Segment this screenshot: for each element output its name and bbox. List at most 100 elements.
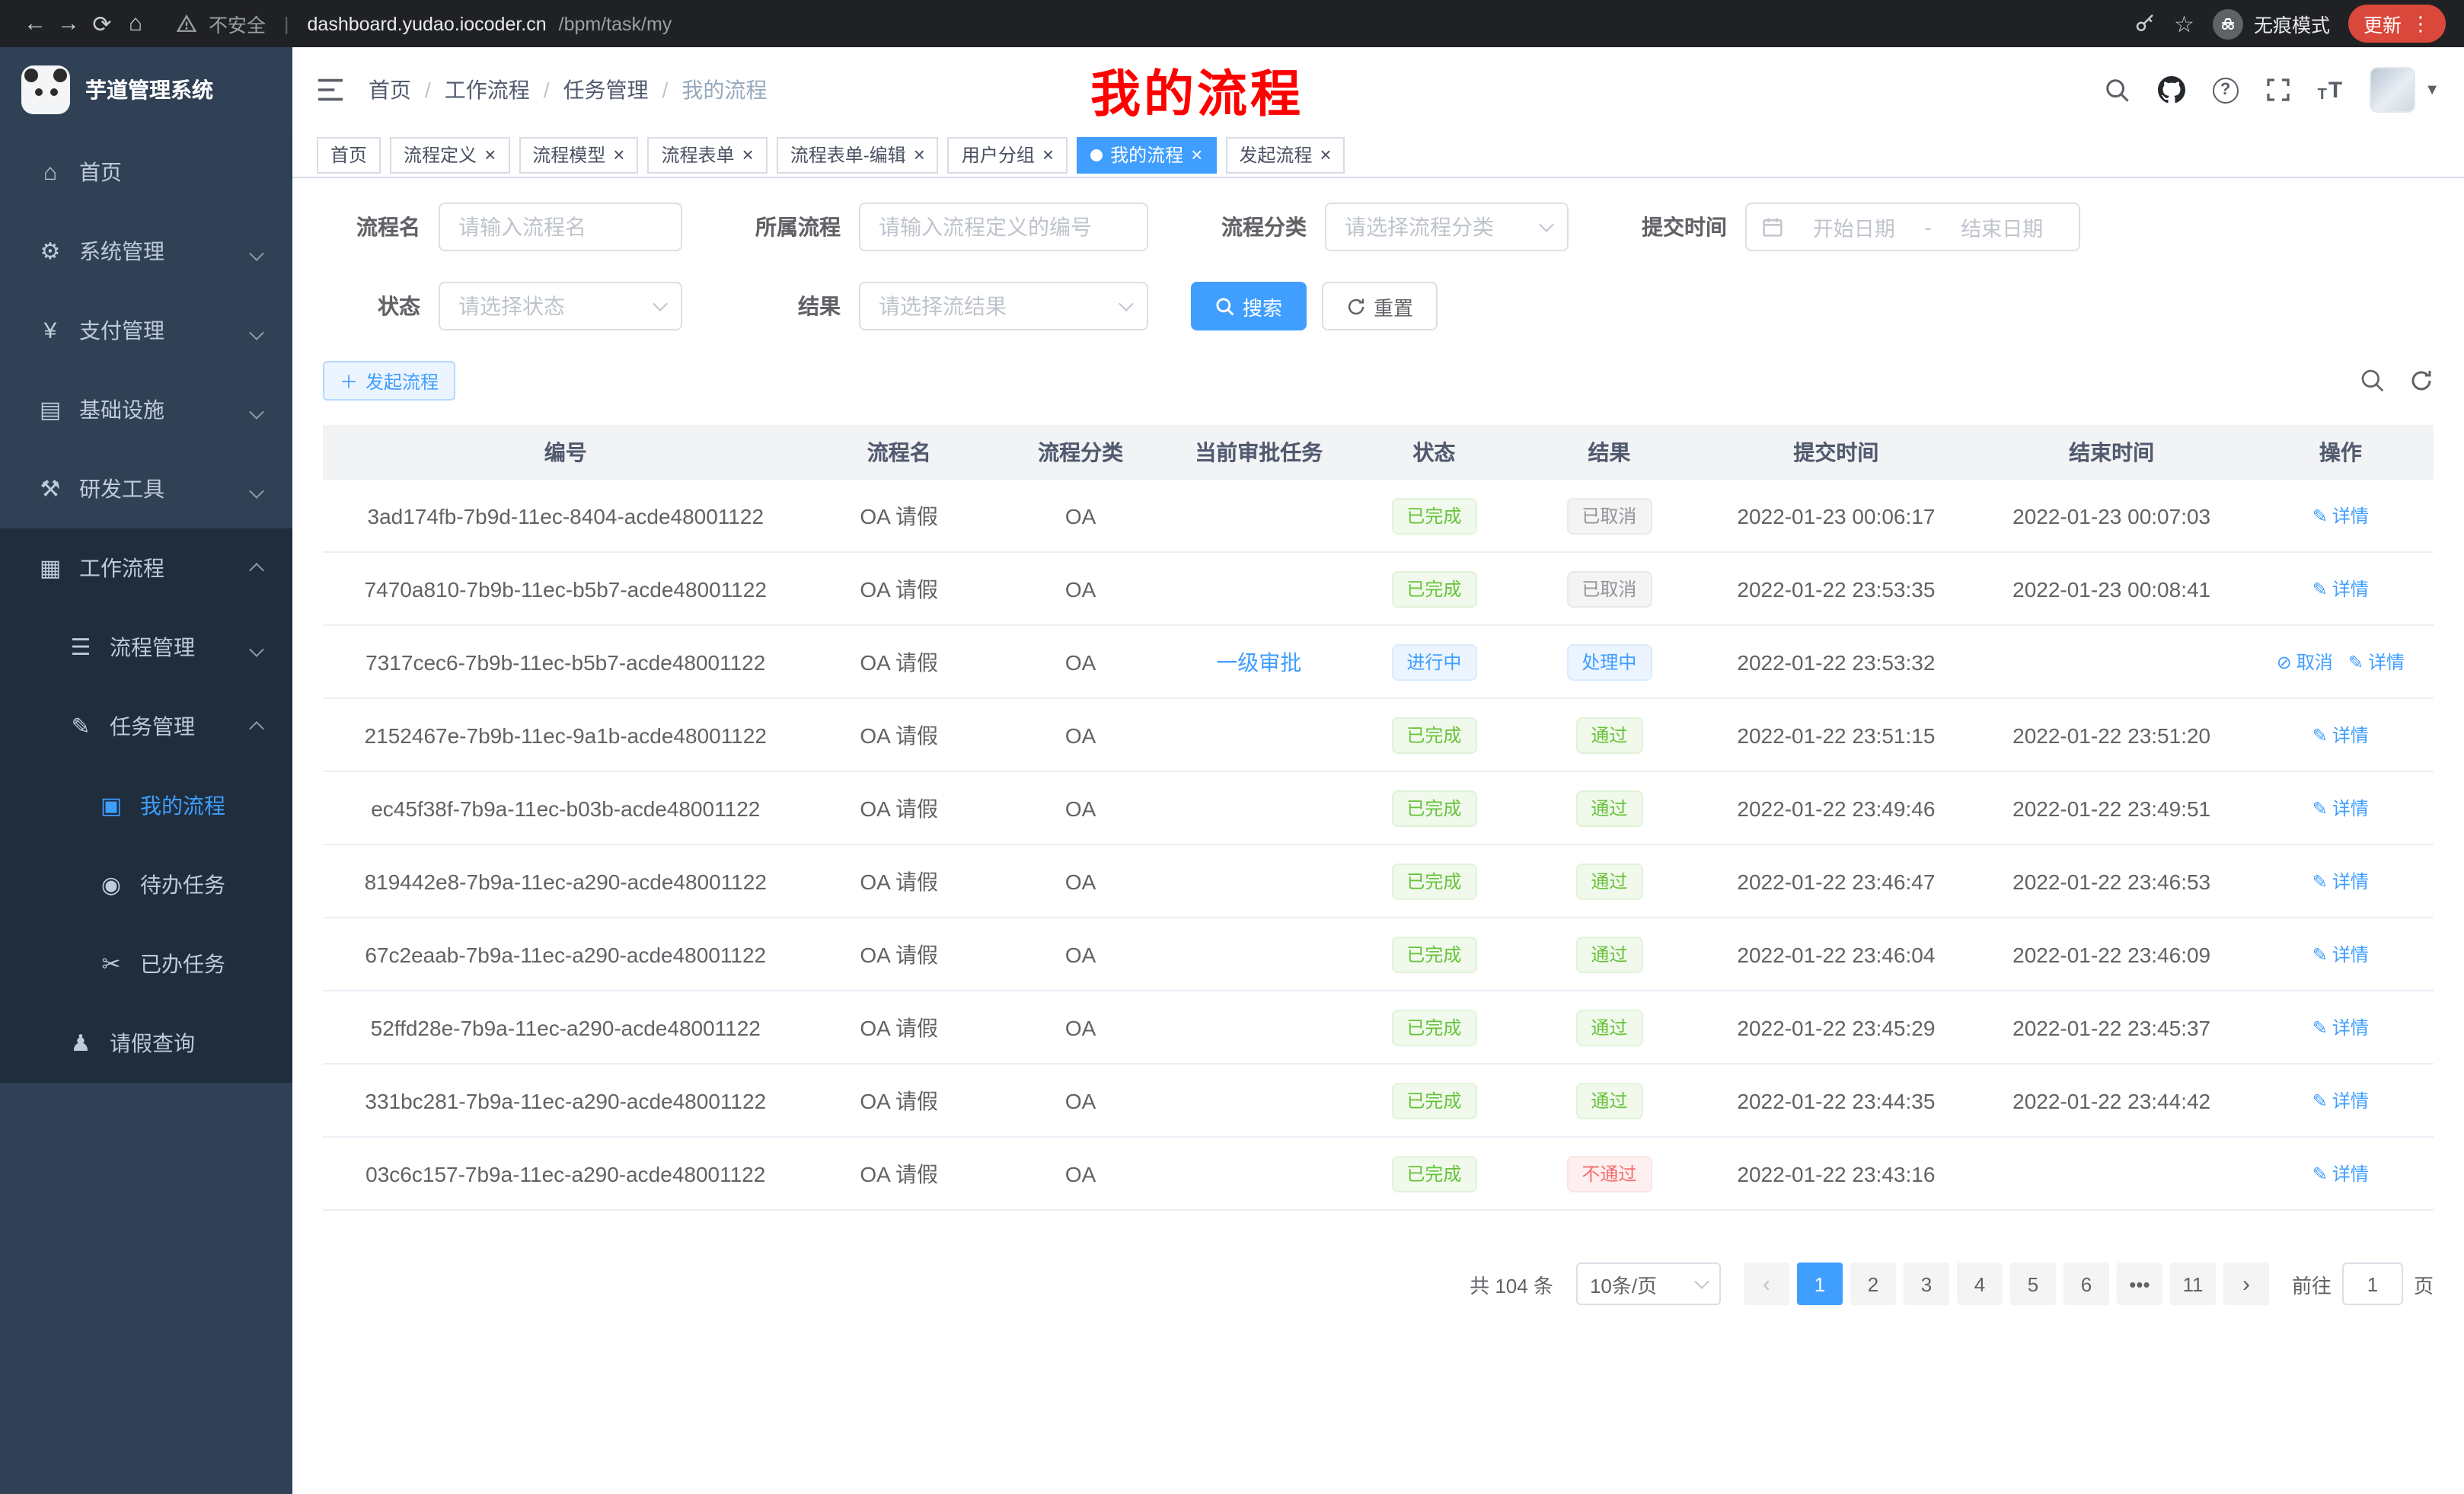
close-icon[interactable]: ×	[1191, 145, 1202, 164]
detail-action-link[interactable]: ✎详情	[2312, 1015, 2369, 1041]
result-badge: 通过	[1575, 790, 1642, 826]
detail-action-link[interactable]: ✎详情	[2312, 869, 2369, 895]
search-icon[interactable]	[2105, 77, 2130, 103]
tab-user-group[interactable]: 用户分组×	[948, 136, 1068, 173]
chevron-down-icon	[251, 318, 262, 343]
date-range-picker[interactable]: 开始日期 - 结束日期	[1745, 203, 2080, 251]
help-icon[interactable]: ?	[2213, 77, 2239, 103]
prev-page-button[interactable]: ‹	[1744, 1263, 1789, 1305]
sidebar-item-infrastructure[interactable]: ▤基础设施	[0, 370, 292, 449]
page-button[interactable]: 5	[2010, 1263, 2056, 1305]
sidebar-item-leave-query[interactable]: ♟请假查询	[0, 1004, 292, 1083]
tab-process-form[interactable]: 流程表单 ×	[647, 136, 767, 173]
sidebar-item-process-mgmt[interactable]: ☰流程管理	[0, 608, 292, 687]
home-icon[interactable]: ⌂	[119, 11, 152, 37]
cell-process-name: OA 请假	[809, 1012, 990, 1042]
detail-action-link[interactable]: ✎详情	[2348, 650, 2405, 675]
detail-action-link[interactable]: ✎详情	[2312, 796, 2369, 822]
category-select[interactable]: 请选择流程分类	[1325, 203, 1569, 251]
detail-action-link[interactable]: ✎详情	[2312, 576, 2369, 602]
page-button[interactable]: 1	[1797, 1263, 1843, 1305]
tab-process-definition[interactable]: 流程定义×	[390, 136, 509, 173]
close-icon[interactable]: ×	[742, 145, 754, 164]
toggle-search-icon[interactable]	[2360, 369, 2385, 393]
page-button[interactable]: 4	[1957, 1263, 2003, 1305]
search-button[interactable]: 搜索	[1191, 282, 1307, 330]
user-menu[interactable]: ▼	[2370, 67, 2440, 113]
end-date-placeholder[interactable]: 结束日期	[1941, 212, 2064, 242]
menu-dots-icon[interactable]: ⋮	[2411, 11, 2430, 36]
update-label: 更新	[2363, 9, 2402, 38]
sidebar-item-done-tasks[interactable]: ✂已办任务	[0, 924, 292, 1004]
forward-icon[interactable]: →	[52, 11, 85, 37]
tab-my-process[interactable]: 我的流程×	[1077, 136, 1216, 173]
next-page-button[interactable]: ›	[2223, 1263, 2269, 1305]
current-task-link[interactable]: 一级审批	[1216, 650, 1301, 674]
breadcrumb-item[interactable]: 任务管理	[563, 75, 649, 105]
app-logo[interactable]: 芋道管理系统	[0, 47, 292, 132]
sidebar-item-home[interactable]: ⌂首页	[0, 132, 292, 212]
avatar[interactable]	[2370, 67, 2415, 113]
address-separator: |	[284, 13, 289, 34]
cell-end-time: 2022-01-22 23:46:53	[1975, 869, 2248, 893]
cell-result: 通过	[1521, 717, 1696, 753]
table-row: 03c6c157-7b9a-11ec-a290-acde48001122OA 请…	[323, 1138, 2434, 1211]
breadcrumb-item[interactable]: 工作流程	[445, 75, 530, 105]
detail-action-link[interactable]: ✎详情	[2312, 723, 2369, 749]
refresh-table-icon[interactable]	[2409, 369, 2434, 393]
process-name-input[interactable]	[439, 203, 682, 251]
page-button[interactable]: 3	[1904, 1263, 1949, 1305]
filter-buttons: 搜索 重置	[1191, 282, 1438, 330]
fullscreen-icon[interactable]	[2266, 78, 2290, 102]
cell-submit-time: 2022-01-22 23:51:15	[1696, 723, 1975, 747]
sidebar-item-system-mgmt[interactable]: ⚙系统管理	[0, 212, 292, 291]
page-button[interactable]: 6	[2063, 1263, 2109, 1305]
sidebar-fold-icon[interactable]	[317, 78, 344, 102]
page-ellipsis[interactable]: •••	[2117, 1263, 2162, 1305]
result-select[interactable]: 请选择流结果	[859, 282, 1148, 330]
tab-label: 流程表单	[661, 142, 734, 168]
address-bar[interactable]: 不安全 | dashboard.yudao.iocoder.cn/bpm/tas…	[177, 9, 2133, 38]
close-icon[interactable]: ×	[1320, 145, 1331, 164]
github-icon[interactable]	[2158, 76, 2185, 104]
sidebar-item-payment-mgmt[interactable]: ¥支付管理	[0, 291, 292, 370]
detail-action-link[interactable]: ✎详情	[2312, 1088, 2369, 1114]
detail-action-link[interactable]: ✎详情	[2312, 1161, 2369, 1187]
process-definition-input[interactable]	[859, 203, 1148, 251]
tab-process-form-edit[interactable]: 流程表单-编辑×	[777, 136, 939, 173]
close-icon[interactable]: ×	[613, 145, 624, 164]
back-icon[interactable]: ←	[18, 11, 52, 37]
font-size-icon[interactable]: TT	[2318, 77, 2343, 103]
goto-page-input[interactable]	[2342, 1263, 2403, 1305]
sidebar-item-task-mgmt[interactable]: ✎任务管理	[0, 687, 292, 766]
page-size-select[interactable]: 10条/页	[1576, 1263, 1721, 1305]
bookmark-star-icon[interactable]: ☆	[2174, 10, 2194, 37]
tab-home[interactable]: 首页	[317, 136, 381, 173]
detail-action-link[interactable]: ✎详情	[2312, 503, 2369, 529]
sidebar-item-label: 首页	[79, 157, 122, 187]
key-icon[interactable]	[2133, 12, 2156, 35]
reload-icon[interactable]: ⟳	[85, 10, 119, 37]
reset-button[interactable]: 重置	[1322, 282, 1438, 330]
cell-result: 处理中	[1521, 643, 1696, 680]
sidebar-item-todo-tasks[interactable]: ◉待办任务	[0, 845, 292, 924]
create-process-button[interactable]: ＋ 发起流程	[323, 361, 455, 401]
close-icon[interactable]: ×	[484, 145, 496, 164]
sidebar-item-my-process[interactable]: ▣我的流程	[0, 766, 292, 845]
start-date-placeholder[interactable]: 开始日期	[1792, 212, 1916, 242]
sidebar-item-dev-tools[interactable]: ⚒研发工具	[0, 449, 292, 528]
tab-start-process[interactable]: 发起流程×	[1225, 136, 1345, 173]
update-button[interactable]: 更新 ⋮	[2348, 5, 2446, 43]
page-size-value: 10条/页	[1590, 1269, 1657, 1298]
page-button[interactable]: 11	[2170, 1263, 2216, 1305]
close-icon[interactable]: ×	[1042, 145, 1054, 164]
detail-action-link[interactable]: ✎详情	[2312, 942, 2369, 968]
sidebar-item-workflow[interactable]: ▦工作流程	[0, 528, 292, 608]
close-icon[interactable]: ×	[914, 145, 925, 164]
breadcrumb-item[interactable]: 首页	[369, 75, 411, 105]
tab-process-model[interactable]: 流程模型×	[519, 136, 638, 173]
status-select[interactable]: 请选择状态	[439, 282, 682, 330]
cancel-action-link[interactable]: ⊘取消	[2277, 650, 2333, 675]
page-button[interactable]: 2	[1850, 1263, 1896, 1305]
security-label[interactable]: 不安全	[209, 9, 266, 38]
